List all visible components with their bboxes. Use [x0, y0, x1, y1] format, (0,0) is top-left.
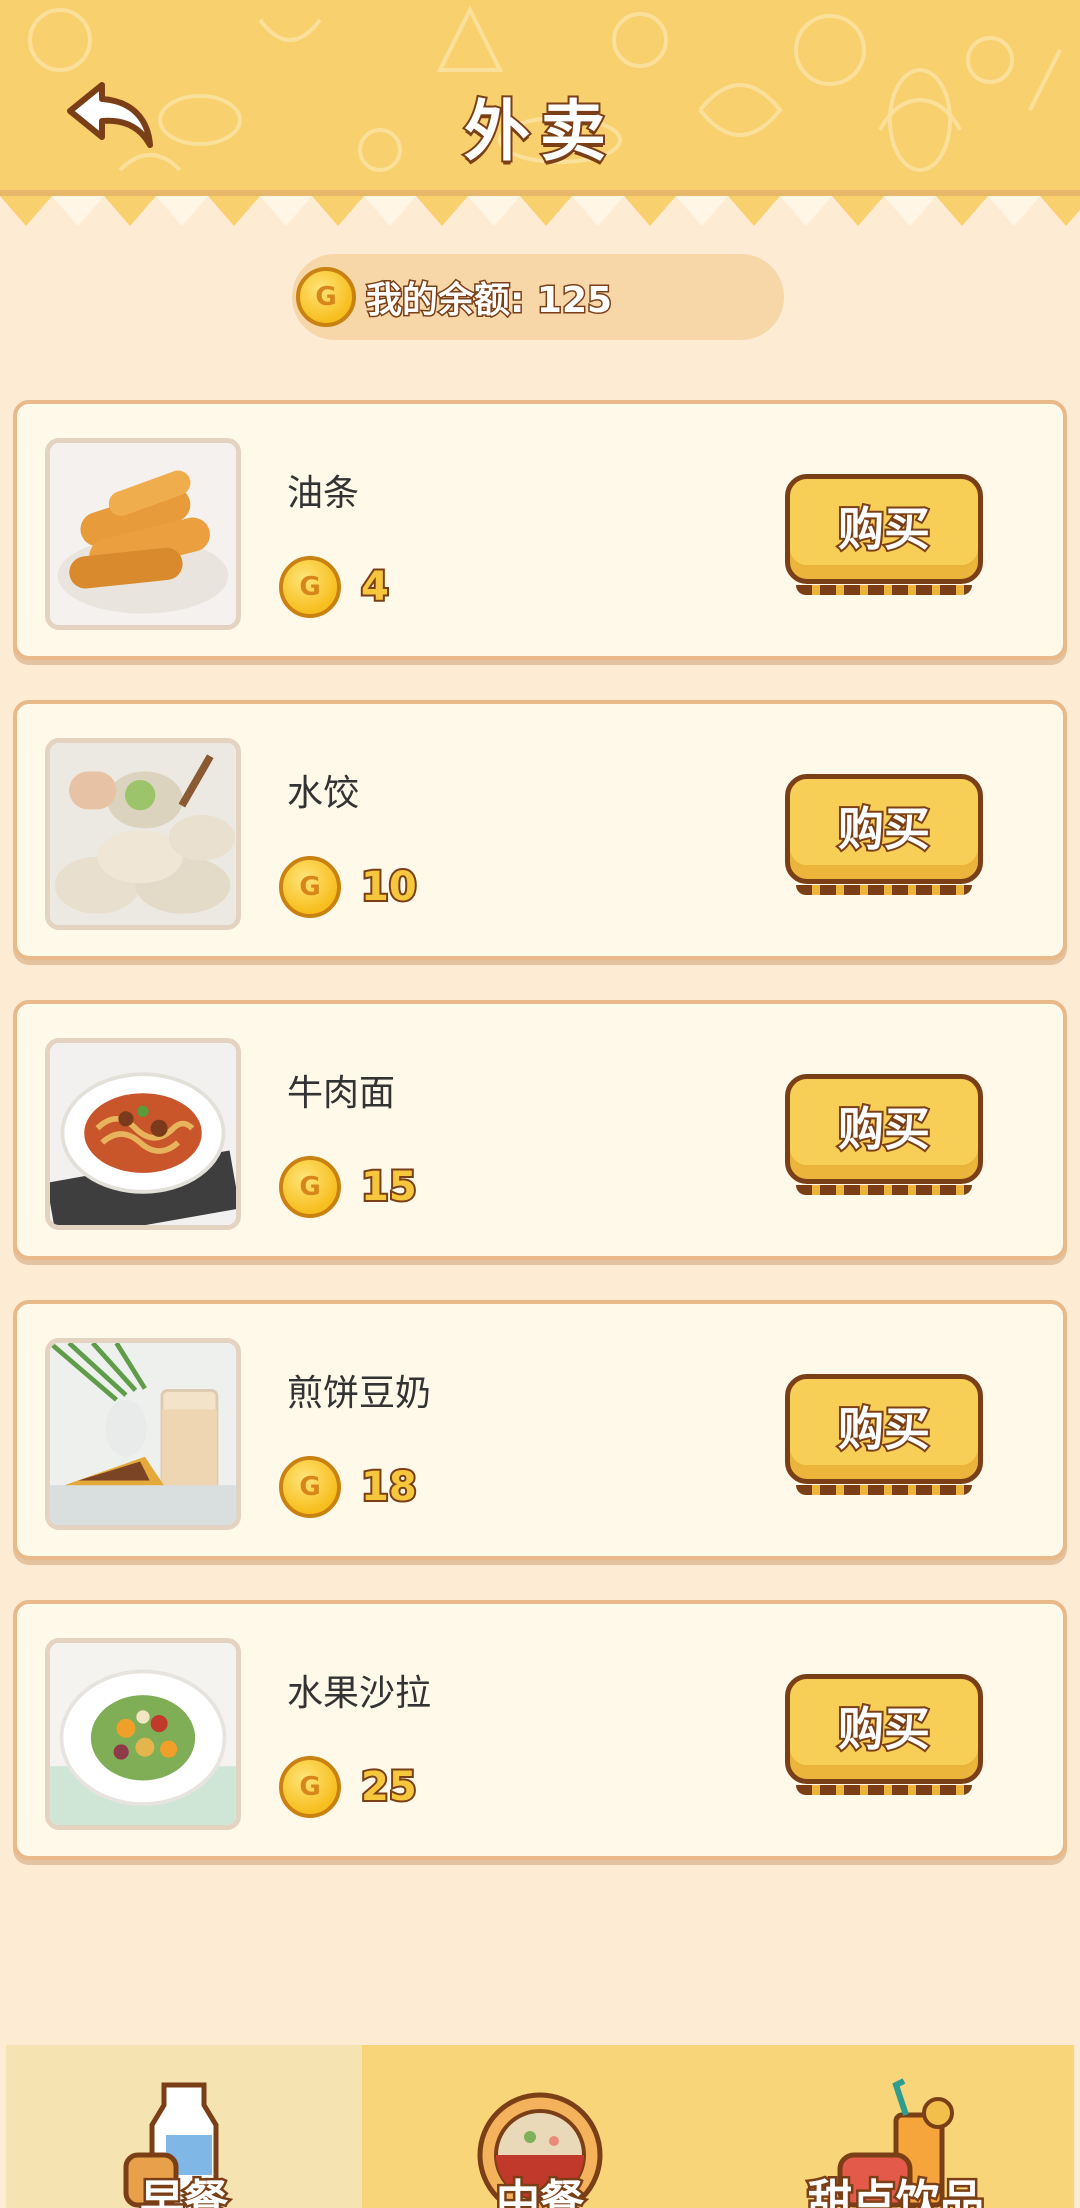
food-price: 25 — [359, 1762, 419, 1812]
food-price: 4 — [359, 562, 391, 612]
header-bunting — [0, 190, 1080, 226]
buy-button[interactable]: 购买 — [785, 1374, 983, 1495]
food-thumbnail-youtiao — [45, 438, 241, 630]
price-row: G 15 — [279, 1156, 419, 1218]
buy-button[interactable]: 购买 — [785, 1074, 983, 1195]
page-title: 外卖 — [462, 91, 616, 172]
balance-pill: G 我的余额: 125 — [292, 254, 784, 340]
tab-label: 中餐 — [494, 2174, 587, 2208]
tab-label: 甜点饮品 — [806, 2174, 987, 2208]
buy-button[interactable]: 购买 — [785, 774, 983, 895]
buy-button-label: 购买 — [836, 800, 932, 858]
food-thumbnail-jianbing-soymilk — [45, 1338, 241, 1530]
tab-label: 早餐 — [138, 2174, 231, 2208]
coin-icon: G — [279, 856, 341, 918]
buy-button-label: 购买 — [836, 1700, 932, 1758]
tab-lunch[interactable]: 中餐 — [362, 2045, 718, 2208]
balance-text: 我的余额: 125 — [364, 279, 613, 323]
tab-dessert-drinks[interactable]: 甜点饮品 — [718, 2045, 1074, 2208]
buy-button[interactable]: 购买 — [785, 1674, 983, 1795]
food-name: 煎饼豆奶 — [287, 1373, 432, 1414]
buy-button-label: 购买 — [836, 1100, 932, 1158]
tab-breakfast[interactable]: 早餐 — [6, 2045, 362, 2208]
food-thumbnail-fruit-salad — [45, 1638, 241, 1830]
takeout-screen: 外卖 G 我的余额: 125 油条 G 4 购买 水饺 G 10 购买 牛肉面 … — [0, 0, 1080, 2208]
food-item-card: 煎饼豆奶 G 18 购买 — [13, 1300, 1067, 1560]
price-row: G 25 — [279, 1756, 419, 1818]
food-price: 18 — [359, 1462, 419, 1512]
buy-button-label: 购买 — [836, 1400, 932, 1458]
food-thumbnail-dumplings — [45, 738, 241, 930]
bottom-tab-bar: 早餐 中餐 甜点饮品 — [6, 2045, 1074, 2208]
price-row: G 10 — [279, 856, 419, 918]
buy-button-label: 购买 — [836, 500, 932, 558]
price-row: G 4 — [279, 556, 391, 618]
food-item-card: 油条 G 4 购买 — [13, 400, 1067, 660]
coin-icon: G — [279, 1756, 341, 1818]
food-name: 油条 — [287, 473, 360, 514]
price-row: G 18 — [279, 1456, 419, 1518]
coin-icon: G — [279, 556, 341, 618]
food-name: 牛肉面 — [287, 1073, 396, 1114]
food-price: 15 — [359, 1162, 419, 1212]
buy-button[interactable]: 购买 — [785, 474, 983, 595]
coin-icon: G — [296, 267, 356, 327]
coin-icon: G — [279, 1456, 341, 1518]
food-name: 水果沙拉 — [287, 1673, 432, 1714]
food-item-card: 牛肉面 G 15 购买 — [13, 1000, 1067, 1260]
header-bar: 外卖 — [0, 0, 1080, 195]
coin-icon: G — [279, 1156, 341, 1218]
food-thumbnail-beef-noodles — [45, 1038, 241, 1230]
food-item-card: 水饺 G 10 购买 — [13, 700, 1067, 960]
food-price: 10 — [359, 862, 419, 912]
food-item-card: 水果沙拉 G 25 购买 — [13, 1600, 1067, 1860]
food-name: 水饺 — [287, 773, 360, 814]
